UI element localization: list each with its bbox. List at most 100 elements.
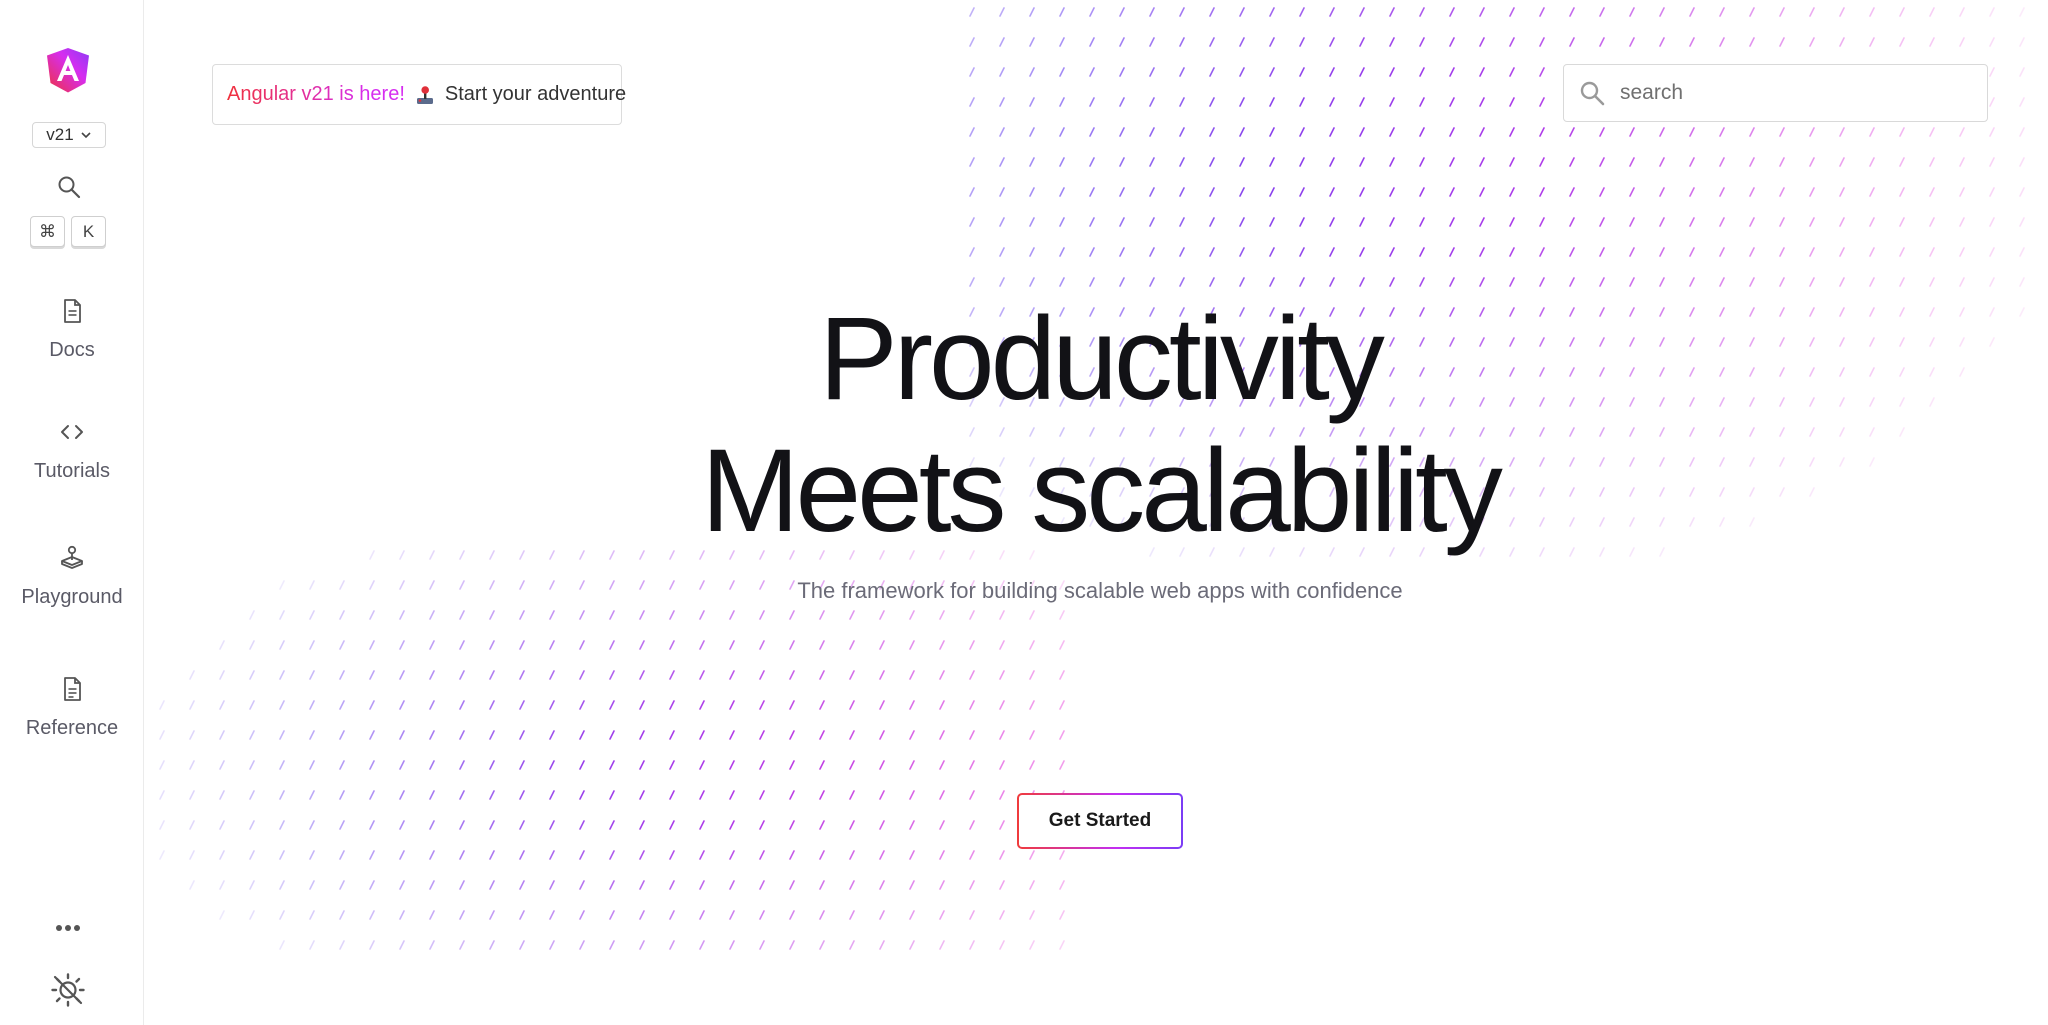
pattern-dash: [1059, 850, 1065, 860]
pattern-dash: [369, 730, 375, 740]
pattern-dash: [399, 850, 405, 860]
pattern-dash: [1719, 247, 1725, 257]
pattern-dash: [579, 760, 585, 770]
pattern-dash: [969, 157, 975, 167]
pattern-dash: [1239, 67, 1245, 77]
pattern-dash: [279, 640, 285, 650]
pattern-dash: [429, 820, 435, 830]
pattern-dash: [1389, 157, 1395, 167]
pattern-dash: [699, 760, 705, 770]
pattern-dash: [669, 910, 675, 920]
pattern-dash: [1869, 277, 1875, 287]
theme-toggle-icon[interactable]: [50, 972, 86, 1008]
pattern-dash: [609, 610, 615, 620]
pattern-dash: [1899, 247, 1905, 257]
pattern-dash: [1239, 157, 1245, 167]
pattern-dash: [1209, 247, 1215, 257]
pattern-dash: [369, 820, 375, 830]
pattern-dash: [1689, 337, 1695, 347]
pattern-dash: [459, 550, 465, 560]
get-started-button[interactable]: Get Started: [1017, 793, 1183, 849]
pattern-dash: [1749, 517, 1755, 527]
pattern-dash: [1719, 427, 1725, 437]
pattern-dash: [1299, 247, 1305, 257]
pattern-dash: [1689, 367, 1695, 377]
pattern-dash: [279, 820, 285, 830]
pattern-dash: [1119, 277, 1125, 287]
pattern-dash: [819, 610, 825, 620]
pattern-dash: [1299, 127, 1305, 137]
pattern-dash: [579, 880, 585, 890]
pattern-dash: [249, 760, 255, 770]
pattern-dash: [819, 790, 825, 800]
sidebar-item-playground[interactable]: Playground: [0, 544, 144, 609]
pattern-dash: [939, 880, 945, 890]
pattern-dash: [249, 790, 255, 800]
angular-logo-icon[interactable]: [44, 46, 92, 94]
pattern-dash: [1269, 187, 1275, 197]
pattern-dash: [969, 187, 975, 197]
pattern-dash: [1779, 127, 1785, 137]
pattern-dash: [579, 700, 585, 710]
search-input[interactable]: [1620, 81, 1960, 105]
code-icon: [61, 425, 83, 439]
pattern-dash: [1659, 7, 1665, 17]
pattern-dash: [1419, 277, 1425, 287]
pattern-dash: [879, 910, 885, 920]
pattern-dash: [579, 850, 585, 860]
pattern-dash: [879, 820, 885, 830]
pattern-dash: [1059, 277, 1065, 287]
pattern-dash: [939, 820, 945, 830]
pattern-dash: [459, 880, 465, 890]
pattern-dash: [399, 820, 405, 830]
pattern-dash: [2019, 247, 2025, 257]
pattern-dash: [1119, 67, 1125, 77]
pattern-dash: [729, 670, 735, 680]
pattern-dash: [879, 610, 885, 620]
pattern-dash: [849, 910, 855, 920]
pattern-dash: [969, 850, 975, 860]
announcement-banner[interactable]: Angular v21 is here! Start your adventur…: [212, 64, 626, 125]
version-selector[interactable]: v21: [32, 122, 106, 148]
pattern-dash: [1479, 157, 1485, 167]
pattern-dash: [849, 820, 855, 830]
pattern-dash: [969, 700, 975, 710]
pattern-dash: [999, 820, 1005, 830]
pattern-dash: [819, 760, 825, 770]
pattern-dash: [1809, 157, 1815, 167]
sidebar-item-tutorials[interactable]: Tutorials: [0, 418, 144, 483]
pattern-dash: [1059, 700, 1065, 710]
pattern-dash: [459, 850, 465, 860]
pattern-dash: [1389, 217, 1395, 227]
search-icon[interactable]: [56, 174, 82, 200]
pattern-dash: [759, 760, 765, 770]
pattern-dash: [519, 820, 525, 830]
pattern-dash: [1449, 127, 1455, 137]
pattern-dash: [249, 820, 255, 830]
search-icon: [1580, 81, 1605, 106]
pattern-dash: [1149, 217, 1155, 227]
pattern-dash: [1839, 367, 1845, 377]
pattern-dash: [579, 790, 585, 800]
pattern-dash: [1719, 157, 1725, 167]
pattern-dash: [1029, 730, 1035, 740]
pattern-dash: [1869, 217, 1875, 227]
pattern-dash: [1929, 127, 1935, 137]
pattern-dash: [339, 790, 345, 800]
more-options-icon[interactable]: [52, 918, 84, 938]
pattern-dash: [969, 790, 975, 800]
pattern-dash: [1029, 217, 1035, 227]
pattern-dash: [609, 640, 615, 650]
pattern-dash: [1059, 610, 1065, 620]
pattern-dash: [1659, 367, 1665, 377]
sidebar-item-reference[interactable]: Reference: [0, 675, 144, 740]
pattern-dash: [969, 730, 975, 740]
pattern-dash: [339, 910, 345, 920]
k-key: K: [71, 216, 106, 247]
pattern-dash: [759, 790, 765, 800]
pattern-dash: [609, 850, 615, 860]
sidebar-item-docs[interactable]: Docs: [0, 297, 144, 362]
pattern-dash: [999, 880, 1005, 890]
pattern-dash: [1509, 67, 1515, 77]
search-box[interactable]: [1563, 64, 1988, 122]
